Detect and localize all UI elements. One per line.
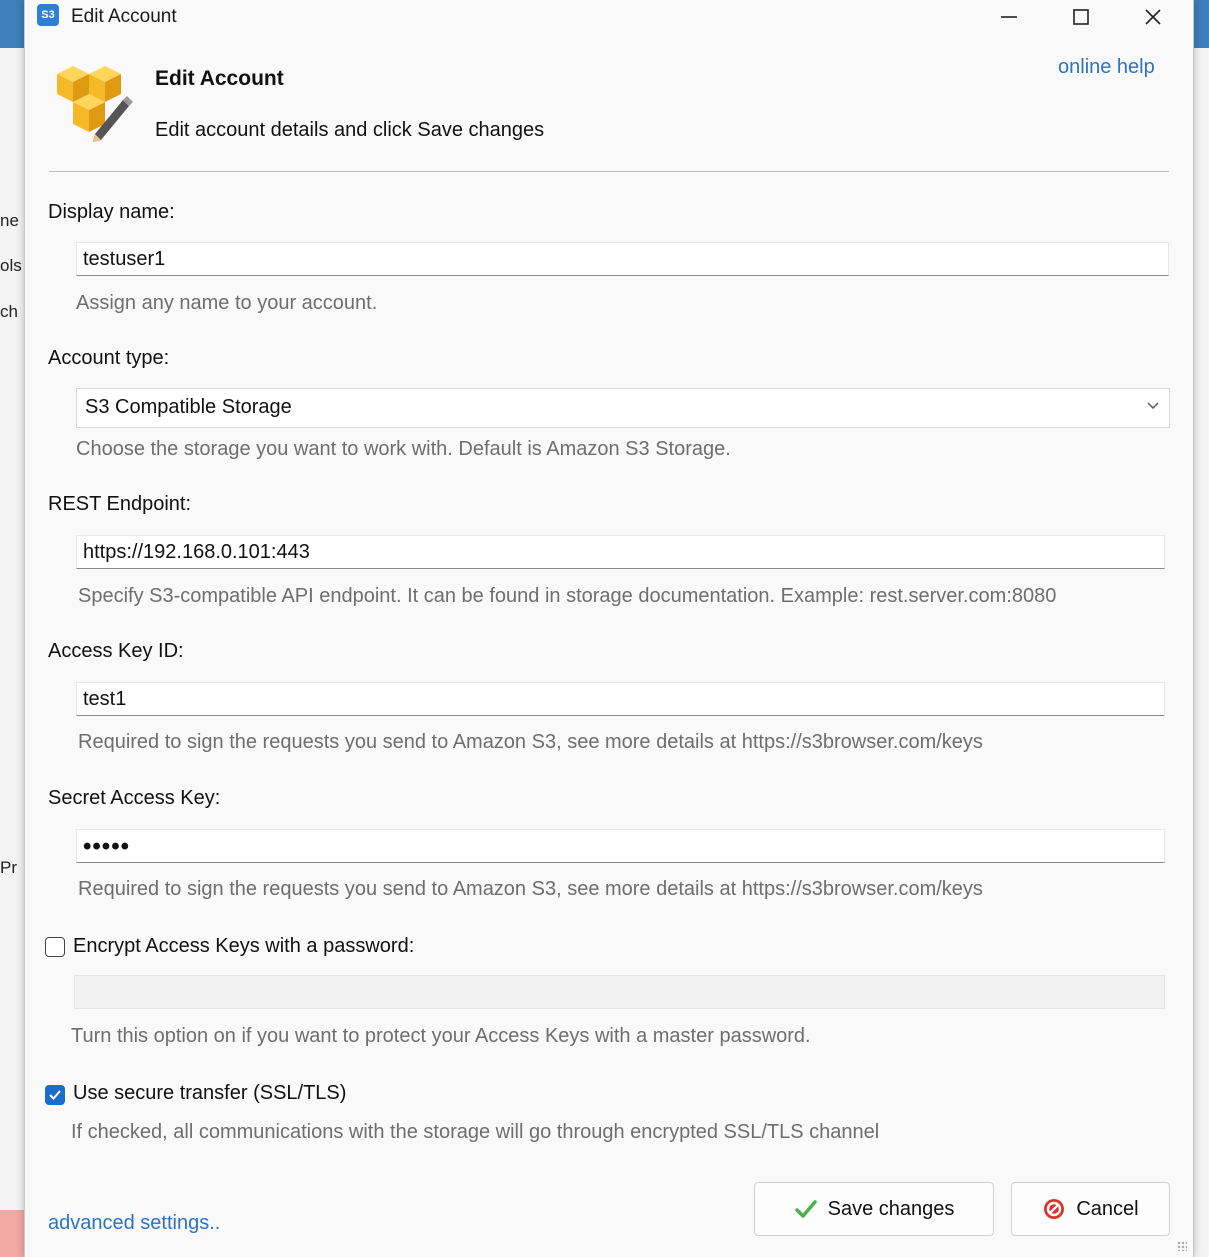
green-check-icon	[794, 1200, 817, 1218]
account-type-value: S3 Compatible Storage	[85, 396, 292, 418]
close-icon	[1145, 9, 1161, 25]
rest-endpoint-label: REST Endpoint:	[48, 493, 192, 515]
dialog-heading: Edit Account	[155, 67, 284, 90]
rest-endpoint-input[interactable]: https://192.168.0.101:443	[76, 535, 1165, 569]
encrypt-password-input[interactable]	[74, 975, 1165, 1009]
access-key-id-hint: Required to sign the requests you send t…	[78, 731, 983, 753]
maximize-icon	[1073, 9, 1089, 25]
secret-access-key-label: Secret Access Key:	[48, 787, 221, 809]
access-key-id-input[interactable]: test1	[76, 682, 1165, 716]
access-key-id-label: Access Key ID:	[48, 640, 184, 662]
account-type-hint: Choose the storage you want to work with…	[76, 438, 731, 460]
secret-access-key-hint: Required to sign the requests you send t…	[78, 878, 983, 900]
background-fragment: ols	[0, 256, 22, 275]
close-button[interactable]	[1117, 0, 1189, 34]
boxes-edit-icon	[57, 66, 133, 142]
maximize-button[interactable]	[1045, 0, 1117, 34]
cancel-icon	[1044, 1199, 1065, 1219]
account-type-select[interactable]: S3 Compatible Storage	[76, 388, 1170, 428]
display-name-label: Display name:	[48, 201, 175, 223]
secure-transfer-checkbox[interactable]	[45, 1085, 65, 1105]
display-name-input[interactable]: testuser1	[76, 242, 1169, 276]
account-type-label: Account type:	[48, 347, 170, 369]
minimize-icon	[1001, 16, 1017, 18]
window-title: Edit Account	[71, 6, 177, 27]
advanced-settings-link[interactable]: advanced settings..	[48, 1212, 220, 1235]
cancel-label: Cancel	[1076, 1197, 1139, 1220]
secure-transfer-label[interactable]: Use secure transfer (SSL/TLS)	[73, 1082, 346, 1105]
minimize-button[interactable]	[973, 0, 1045, 34]
s3-app-icon: S3	[37, 4, 59, 26]
secure-transfer-hint: If checked, all communications with the …	[71, 1121, 880, 1143]
background-fragment: ne	[0, 211, 19, 230]
online-help-link[interactable]: online help	[1058, 56, 1155, 79]
header-divider	[49, 171, 1169, 172]
save-changes-button[interactable]: Save changes	[754, 1182, 994, 1236]
display-name-hint: Assign any name to your account.	[76, 292, 378, 314]
encrypt-keys-hint: Turn this option on if you want to prote…	[71, 1025, 811, 1047]
background-error-strip	[0, 1210, 24, 1257]
dialog-subtitle: Edit account details and click Save chan…	[155, 119, 545, 141]
encrypt-keys-label[interactable]: Encrypt Access Keys with a password:	[73, 935, 414, 958]
save-changes-label: Save changes	[827, 1197, 955, 1220]
checkmark-icon	[49, 1090, 61, 1100]
background-fragment: ch	[0, 302, 18, 321]
resize-grip[interactable]	[1177, 1241, 1187, 1251]
cancel-button[interactable]: Cancel	[1011, 1182, 1170, 1236]
encrypt-keys-checkbox[interactable]	[45, 937, 65, 957]
background-left-pane: ne ols ch Pr	[0, 48, 25, 1257]
rest-endpoint-hint: Specify S3-compatible API endpoint. It c…	[78, 585, 1057, 607]
secret-access-key-input[interactable]: •••••	[76, 829, 1165, 863]
background-fragment: Pr	[0, 858, 17, 877]
edit-account-dialog: S3 Edit Account Edit Account Edit accoun…	[24, 0, 1194, 1257]
chevron-down-icon	[1147, 402, 1159, 410]
title-bar[interactable]: S3 Edit Account	[25, 0, 1193, 34]
